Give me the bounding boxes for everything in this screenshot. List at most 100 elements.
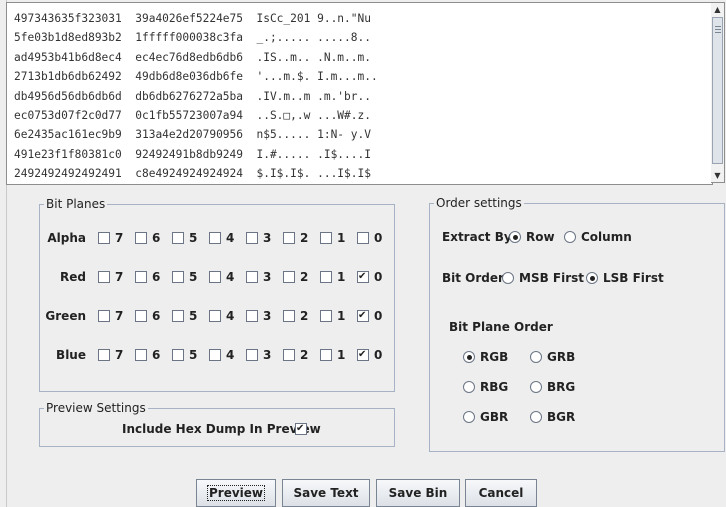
plane-order-label-bgr[interactable]: BGR <box>547 410 575 424</box>
bit-number-label: 0 <box>374 348 383 362</box>
cancel-button[interactable]: Cancel <box>465 479 537 507</box>
hex-dump-area[interactable]: 497343635f323031 39a4026ef5224e75 IsCc_2… <box>6 2 713 185</box>
bit-plane-row-label-blue: Blue <box>56 348 86 362</box>
checkbox-blue-bit-7[interactable] <box>98 349 110 361</box>
vertical-scrollbar[interactable]: ▲ ▼ <box>711 2 725 183</box>
checkbox-alpha-bit-6[interactable] <box>135 232 147 244</box>
checkbox-blue-bit-2[interactable] <box>283 349 295 361</box>
bit-number-label: 3 <box>263 231 272 245</box>
bit-number-label: 0 <box>374 309 383 323</box>
include-hex-dump-label: Include Hex Dump In Preview <box>122 422 321 436</box>
extract-column-radio[interactable] <box>564 231 576 243</box>
bit-number-label: 1 <box>337 231 346 245</box>
checkbox-green-bit-2[interactable] <box>283 310 295 322</box>
hex-dump-line: 6e2435ac161ec9b9 313a4e2d20790956 n$5...… <box>14 128 371 142</box>
msb-first-label[interactable]: MSB First <box>519 271 584 285</box>
checkbox-blue-bit-3[interactable] <box>246 349 258 361</box>
plane-order-radio-brg[interactable] <box>530 381 542 393</box>
checkbox-red-bit-2[interactable] <box>283 271 295 283</box>
plane-order-label-rbg[interactable]: RBG <box>480 380 508 394</box>
checkbox-blue-bit-1[interactable] <box>320 349 332 361</box>
checkbox-green-bit-3[interactable] <box>246 310 258 322</box>
msb-first-radio[interactable] <box>502 272 514 284</box>
checkbox-red-bit-0[interactable] <box>357 271 369 283</box>
scrollbar-thumb[interactable] <box>712 17 723 164</box>
checkbox-blue-bit-6[interactable] <box>135 349 147 361</box>
bit-number-label: 0 <box>374 270 383 284</box>
checkbox-red-bit-6[interactable] <box>135 271 147 283</box>
checkbox-red-bit-4[interactable] <box>209 271 221 283</box>
plane-order-label-gbr[interactable]: GBR <box>480 410 508 424</box>
checkbox-blue-bit-5[interactable] <box>172 349 184 361</box>
preview-button[interactable]: Preview <box>196 479 276 507</box>
bit-number-label: 7 <box>115 270 124 284</box>
extract-column-label[interactable]: Column <box>581 230 632 244</box>
extract-by-label: Extract By <box>442 230 512 244</box>
checkbox-alpha-bit-7[interactable] <box>98 232 110 244</box>
plane-order-radio-rbg[interactable] <box>463 381 475 393</box>
hex-dump-line: 2713b1db6db62492 49db6d8e036db6fe '...m.… <box>14 70 378 84</box>
plane-order-label-brg[interactable]: BRG <box>547 380 575 394</box>
scroll-down-arrow-icon[interactable]: ▼ <box>711 169 724 182</box>
hex-dump-line: 7237239249249249 246db6db6db6db92 r7#.I$… <box>14 184 378 185</box>
checkbox-alpha-bit-0[interactable] <box>357 232 369 244</box>
checkbox-red-bit-5[interactable] <box>172 271 184 283</box>
cancel-button-label: Cancel <box>478 486 524 500</box>
checkbox-red-bit-1[interactable] <box>320 271 332 283</box>
plane-order-radio-rgb[interactable] <box>463 351 475 363</box>
bit-number-label: 5 <box>189 309 198 323</box>
bit-plane-row-label-alpha: Alpha <box>47 231 86 245</box>
lsb-first-label[interactable]: LSB First <box>603 271 664 285</box>
checkbox-green-bit-1[interactable] <box>320 310 332 322</box>
save-bin-button-label: Save Bin <box>388 486 448 500</box>
hex-dump-line: 2492492492492491 c8e4924924924924 $.I$.I… <box>14 167 371 181</box>
include-hex-dump-checkbox[interactable] <box>295 423 307 435</box>
preview-button-label: Preview <box>206 485 266 501</box>
hex-dump-line: 5fe03b1d8ed893b2 1fffff000038c3fa _.;...… <box>14 31 371 45</box>
bit-number-label: 0 <box>374 231 383 245</box>
grip-icon <box>715 26 721 35</box>
bit-number-label: 4 <box>226 309 235 323</box>
checkbox-green-bit-6[interactable] <box>135 310 147 322</box>
checkbox-blue-bit-0[interactable] <box>357 349 369 361</box>
bit-number-label: 2 <box>300 348 309 362</box>
checkbox-green-bit-5[interactable] <box>172 310 184 322</box>
scroll-up-arrow-icon[interactable]: ▲ <box>711 3 724 16</box>
hex-dump-line: 497343635f323031 39a4026ef5224e75 IsCc_2… <box>14 12 371 25</box>
checkbox-green-bit-4[interactable] <box>209 310 221 322</box>
plane-order-label-grb[interactable]: GRB <box>547 350 575 364</box>
checkbox-alpha-bit-2[interactable] <box>283 232 295 244</box>
checkbox-alpha-bit-4[interactable] <box>209 232 221 244</box>
bit-number-label: 1 <box>337 348 346 362</box>
plane-order-radio-grb[interactable] <box>530 351 542 363</box>
checkbox-green-bit-0[interactable] <box>357 310 369 322</box>
bit-number-label: 3 <box>263 309 272 323</box>
bit-planes-group: Bit Planes <box>39 197 395 392</box>
checkbox-alpha-bit-3[interactable] <box>246 232 258 244</box>
plane-order-label-rgb[interactable]: RGB <box>480 350 508 364</box>
checkbox-red-bit-3[interactable] <box>246 271 258 283</box>
plane-order-radio-gbr[interactable] <box>463 411 475 423</box>
bit-planes-legend: Bit Planes <box>46 197 106 211</box>
lsb-first-radio[interactable] <box>586 272 598 284</box>
checkbox-green-bit-7[interactable] <box>98 310 110 322</box>
plane-order-radio-bgr[interactable] <box>530 411 542 423</box>
bit-number-label: 4 <box>226 348 235 362</box>
bit-number-label: 2 <box>300 270 309 284</box>
save-text-button-label: Save Text <box>293 486 359 500</box>
extract-row-label[interactable]: Row <box>526 230 555 244</box>
bit-plane-order-label: Bit Plane Order <box>449 320 553 334</box>
bit-number-label: 7 <box>115 231 124 245</box>
order-settings-legend: Order settings <box>436 196 522 210</box>
extract-row-radio[interactable] <box>509 231 521 243</box>
bit-plane-row-label-red: Red <box>60 270 86 284</box>
save-bin-button[interactable]: Save Bin <box>376 479 460 507</box>
hex-dump-line: ec0753d07f2c0d77 0c1fb55723007a94 ..S.□,… <box>14 109 371 123</box>
checkbox-blue-bit-4[interactable] <box>209 349 221 361</box>
checkbox-alpha-bit-5[interactable] <box>172 232 184 244</box>
checkbox-red-bit-7[interactable] <box>98 271 110 283</box>
bit-number-label: 7 <box>115 309 124 323</box>
save-text-button[interactable]: Save Text <box>282 479 370 507</box>
checkbox-alpha-bit-1[interactable] <box>320 232 332 244</box>
hex-dump-line: 491e23f1f80381c0 92492491b8db9249 I.#...… <box>14 147 371 161</box>
